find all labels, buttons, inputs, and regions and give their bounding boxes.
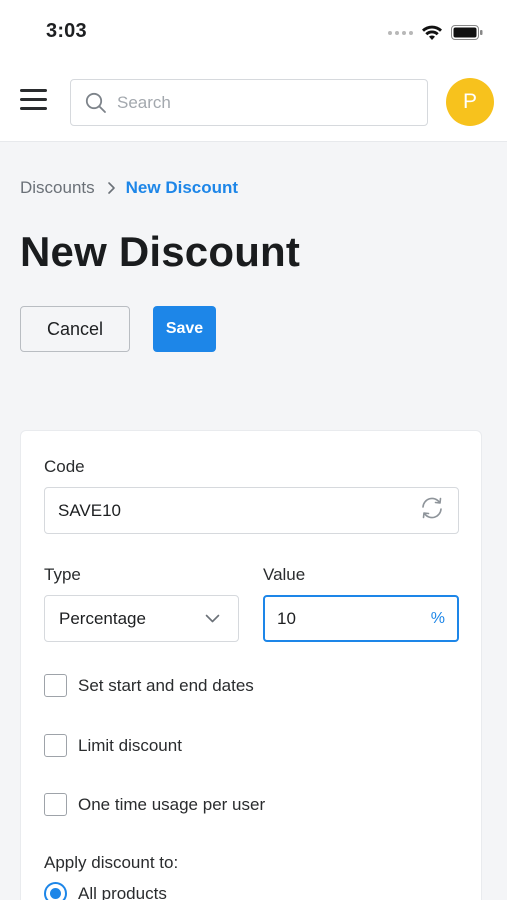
battery-icon	[451, 25, 483, 40]
value-field[interactable]: 10 %	[263, 595, 459, 642]
code-field[interactable]: SAVE10	[44, 487, 459, 534]
checkbox-label-limit: Limit discount	[78, 735, 182, 755]
checkbox-dates[interactable]	[44, 674, 67, 697]
avatar-initial: P	[462, 90, 477, 113]
regenerate-code-icon[interactable]	[418, 496, 446, 525]
radio-label-all-products: All products	[78, 883, 167, 900]
save-button[interactable]: Save	[153, 306, 216, 352]
checkbox-label-dates: Set start and end dates	[78, 675, 254, 695]
chevron-right-icon	[107, 181, 116, 195]
breadcrumb: Discounts New Discount	[20, 178, 238, 198]
wifi-icon	[422, 25, 442, 40]
type-selected-value: Percentage	[59, 608, 146, 628]
type-label: Type	[44, 565, 81, 584]
breadcrumb-parent-link[interactable]: Discounts	[20, 178, 95, 198]
search-box[interactable]	[70, 79, 428, 126]
code-label: Code	[44, 457, 85, 476]
value-label: Value	[263, 565, 306, 584]
value-input-text: 10	[277, 608, 296, 628]
checkbox-limit[interactable]	[44, 734, 67, 757]
page-title: New Discount	[20, 228, 301, 275]
status-time: 3:03	[46, 20, 87, 42]
checkbox-label-one-time: One time usage per user	[78, 794, 266, 814]
radio-button-selected[interactable]	[44, 882, 67, 900]
search-icon	[85, 92, 107, 114]
screen: 3:03 Search P Discounts New Discount New…	[0, 0, 507, 900]
checkbox-row-limit[interactable]: Limit discount	[44, 734, 182, 757]
checkbox-row-dates[interactable]: Set start and end dates	[44, 674, 254, 697]
breadcrumb-current: New Discount	[125, 178, 239, 197]
app-header: P	[0, 64, 507, 142]
cancel-button[interactable]: Cancel	[20, 306, 130, 352]
search-input[interactable]	[117, 92, 397, 113]
hamburger-menu-icon[interactable]	[20, 89, 48, 115]
discount-form-card: Code SAVE10 Type Value Percentage 10 % S…	[20, 430, 482, 900]
code-value: SAVE10	[58, 500, 122, 520]
value-unit: %	[430, 609, 445, 627]
type-select[interactable]: Percentage	[44, 595, 239, 642]
signal-icon	[388, 30, 413, 35]
checkbox-one-time[interactable]	[44, 793, 67, 816]
status-icons	[388, 24, 483, 41]
checkbox-row-one-time[interactable]: One time usage per user	[44, 793, 265, 816]
avatar[interactable]: P	[446, 78, 494, 126]
apply-discount-label: Apply discount to:	[44, 853, 179, 872]
radio-all-products[interactable]: All products	[44, 882, 167, 900]
chevron-down-icon	[205, 610, 220, 628]
status-bar: 3:03	[0, 0, 507, 64]
